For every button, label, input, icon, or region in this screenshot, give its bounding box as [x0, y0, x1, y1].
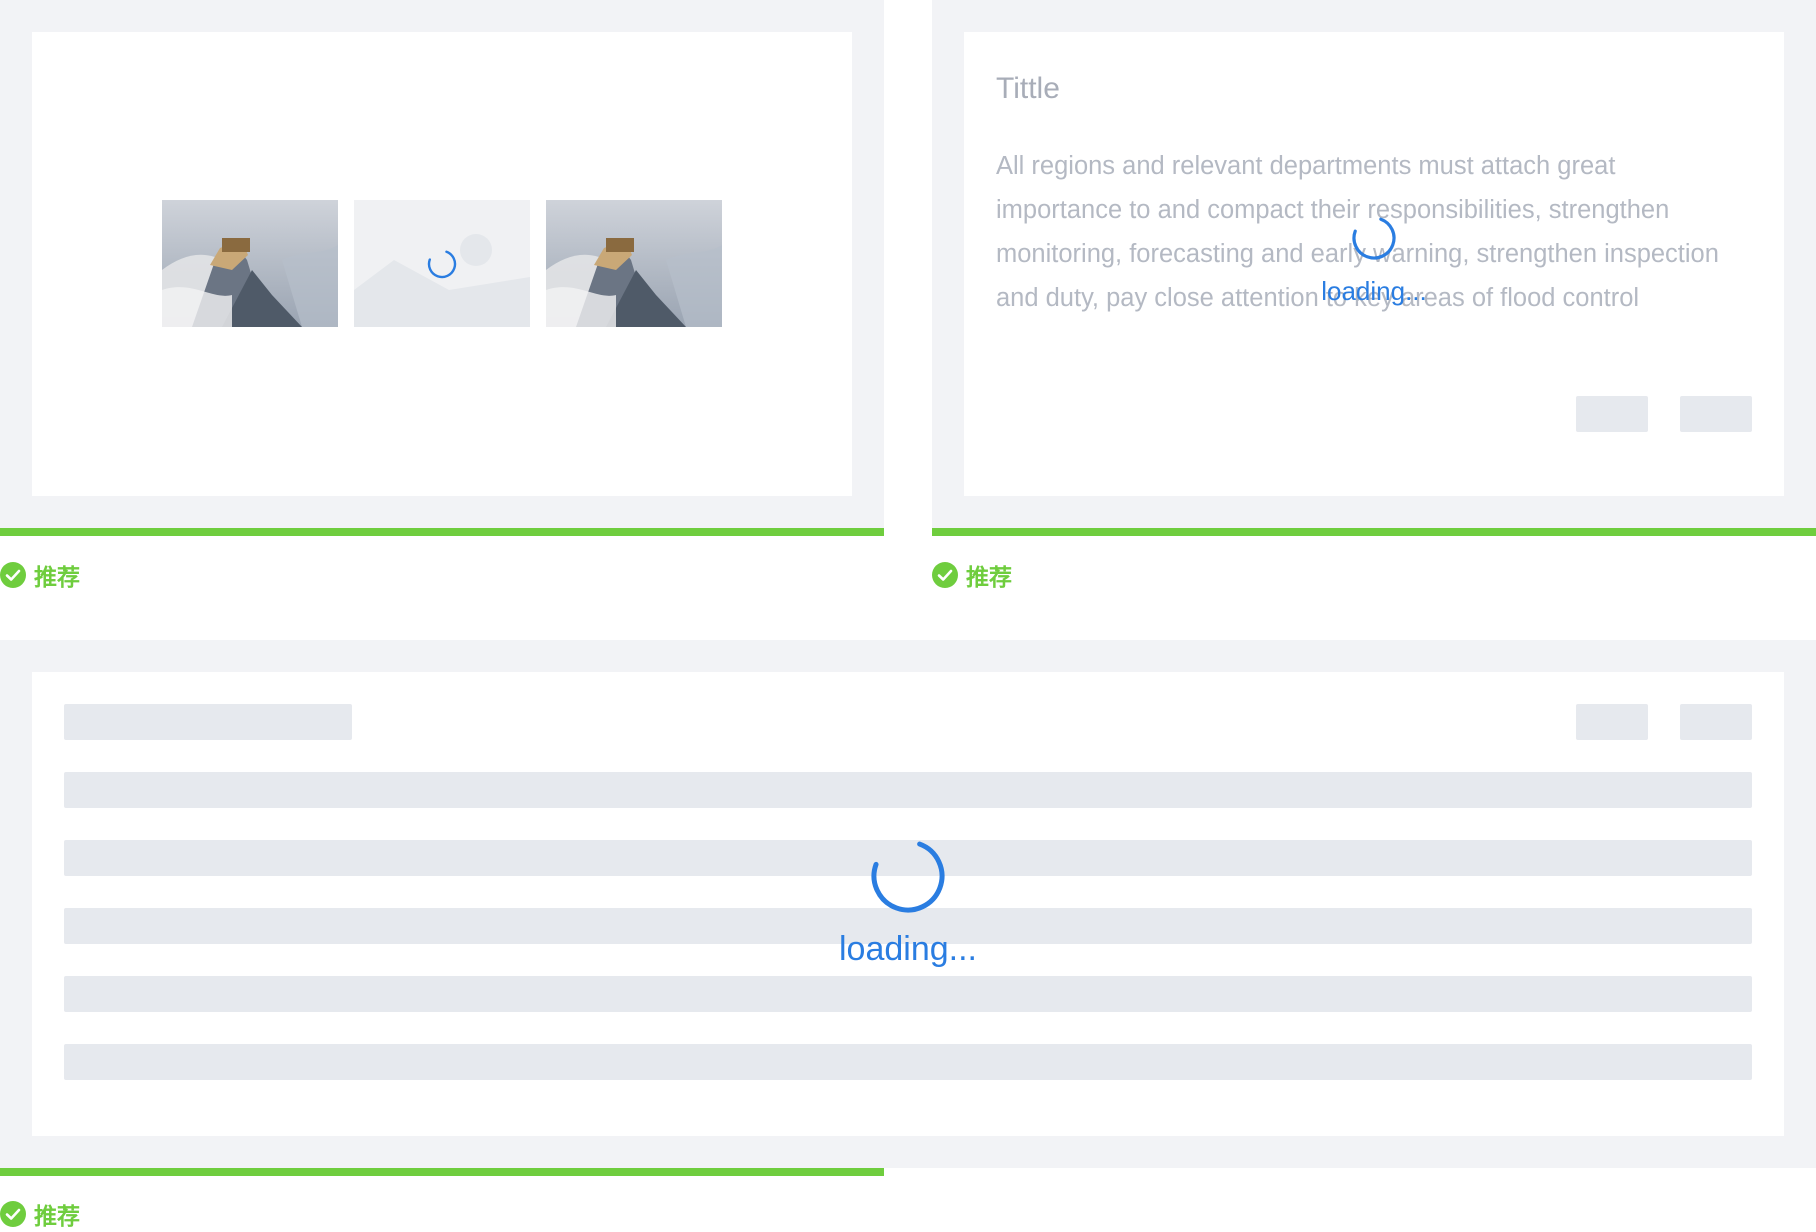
- recommend-text: 推荐: [34, 564, 80, 590]
- recommend-text: 推荐: [34, 1203, 80, 1229]
- example-skeleton-loading-panel: loading...: [0, 640, 1816, 1168]
- image-card: [32, 32, 852, 496]
- spinner-icon: [1352, 217, 1396, 260]
- card-title: Tittle: [996, 72, 1060, 105]
- check-circle-icon: [0, 1201, 26, 1227]
- action-button-placeholder: [1576, 396, 1648, 432]
- recommend-text: 推荐: [966, 564, 1012, 590]
- action-button-placeholder: [1680, 396, 1752, 432]
- image-thumbnail[interactable]: [546, 200, 722, 327]
- text-card: Tittle All regions and relevant departme…: [964, 32, 1784, 496]
- recommend-bar: [932, 528, 1816, 536]
- mountain-photo: [162, 200, 338, 327]
- example-image-loading-panel: [0, 0, 884, 528]
- action-button-placeholder: [1680, 704, 1752, 740]
- image-placeholder: [354, 200, 530, 327]
- check-circle-icon: [0, 562, 26, 588]
- recommend-bar: [0, 1168, 884, 1176]
- loading-text: loading...: [839, 930, 977, 968]
- recommend-label: 推荐: [932, 558, 1012, 592]
- example-card-loading-panel: Tittle All regions and relevant departme…: [932, 0, 1816, 528]
- recommend-label: 推荐: [0, 558, 80, 592]
- row-placeholder: [64, 976, 1752, 1012]
- image-thumbnail[interactable]: [162, 200, 338, 327]
- recommend-bar: [0, 528, 884, 536]
- loading-text: loading...: [1321, 276, 1427, 306]
- recommend-label: 推荐: [0, 1197, 80, 1231]
- spinner-icon: [871, 841, 945, 913]
- check-circle-icon: [932, 562, 958, 588]
- mountain-photo: [546, 200, 722, 327]
- row-placeholder: [64, 1044, 1752, 1080]
- row-placeholder: [64, 772, 1752, 808]
- spinner-icon: [427, 250, 457, 279]
- skeleton-card: loading...: [32, 672, 1784, 1136]
- header-placeholder: [64, 704, 352, 740]
- action-button-placeholder: [1576, 704, 1648, 740]
